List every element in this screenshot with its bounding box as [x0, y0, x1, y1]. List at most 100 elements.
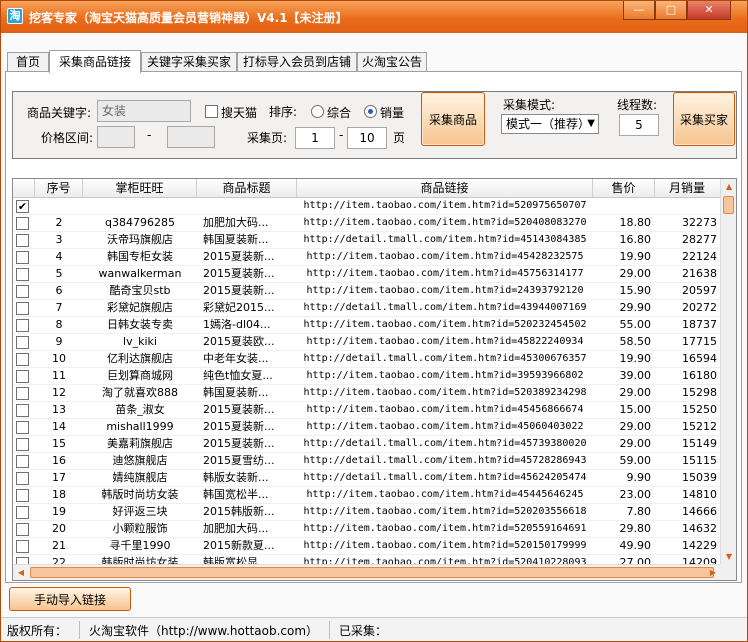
cell-title: 2015夏装新... — [203, 284, 275, 297]
scroll-arrow-icon[interactable]: ▼ — [721, 549, 736, 565]
table-row[interactable]: 12 淘了就喜欢888 韩国夏装新... http://item.taobao.com… — [13, 385, 721, 402]
row-checkbox[interactable] — [16, 404, 29, 417]
cell-title: 韩国夏装新... — [203, 386, 269, 399]
header-title[interactable]: 商品标题 — [197, 179, 297, 198]
cell-seller: 酷奇宝贝stb — [109, 284, 171, 297]
scroll-arrow-icon[interactable]: ▲ — [721, 179, 736, 195]
price-max-input[interactable] — [167, 126, 215, 148]
row-checkbox[interactable] — [16, 387, 29, 400]
page-from-input[interactable]: 1 — [295, 127, 335, 149]
tab-collect-goods[interactable]: 采集商品链接 — [49, 50, 141, 73]
tab-import-members[interactable]: 打标导入会员到店铺 — [237, 52, 357, 72]
row-checkbox[interactable] — [16, 217, 29, 230]
collect-mode-select[interactable]: 模式一（推荐） ▼ — [501, 114, 599, 134]
row-check-cell — [13, 402, 35, 419]
row-checkbox[interactable] — [16, 234, 29, 247]
row-checkbox[interactable]: ✔ — [16, 200, 29, 213]
tab-keyword-buyers[interactable]: 关键字采集买家 — [141, 52, 237, 72]
header-no[interactable]: 序号 — [35, 179, 83, 198]
search-tmall-checkbox[interactable] — [205, 105, 218, 118]
cell-sales: 15298 — [682, 386, 717, 399]
table-row[interactable]: 20 小颗粒服饰 加肥加大码... http://item.taobao.com/it… — [13, 521, 721, 538]
scroll-arrow-icon[interactable]: ▶ — [705, 565, 721, 580]
row-checkbox[interactable] — [16, 540, 29, 553]
row-checkbox[interactable] — [16, 319, 29, 332]
row-checkbox[interactable] — [16, 370, 29, 383]
table-row[interactable]: 7 彩黛妃旗舰店 彩黛妃2015... http://detail.tmall.com… — [13, 300, 721, 317]
row-checkbox[interactable] — [16, 421, 29, 434]
sort-composite-radio[interactable] — [311, 105, 324, 118]
row-checkbox[interactable] — [16, 302, 29, 315]
table-row[interactable]: 17 婧纯旗舰店 韩版女装新... http://detail.tmall.com/i… — [13, 470, 721, 487]
keyword-input[interactable]: 女装 — [97, 100, 191, 122]
table-row[interactable]: 5 wanwalkerman 2015夏装新... http://item.taoba… — [13, 266, 721, 283]
sort-sales-radio[interactable] — [364, 105, 377, 118]
table-row[interactable]: 16 迪悠旗舰店 2015夏雪纺... http://detail.tmall.com… — [13, 453, 721, 470]
row-checkbox[interactable] — [16, 438, 29, 451]
cell-no: 7 — [55, 301, 63, 314]
row-checkbox[interactable] — [16, 523, 29, 536]
table-row[interactable]: 2 q384796285 加肥加大码... http://item.taobao.co… — [13, 215, 721, 232]
table-row[interactable]: 14 mishall1999 2015夏装新... http://item.taoba… — [13, 419, 721, 436]
row-checkbox[interactable] — [16, 557, 29, 564]
header-seller[interactable]: 掌柜旺旺 — [83, 179, 197, 198]
header-link[interactable]: 商品链接 — [297, 179, 593, 198]
header-sales[interactable]: 月销量 — [655, 179, 721, 198]
horizontal-scrollbar[interactable]: ◀ ▶ — [13, 564, 722, 580]
scroll-arrow-icon[interactable]: ◀ — [13, 565, 29, 580]
tab-announcement[interactable]: 火淘宝公告 — [357, 52, 427, 72]
table-row[interactable]: 3 沃帝玛旗舰店 韩国夏装新... http://detail.tmall.com/i… — [13, 232, 721, 249]
goods-table[interactable]: 序号 掌柜旺旺 商品标题 商品链接 售价 月销量 ✔ http://item.ta… — [12, 178, 737, 581]
table-row[interactable]: 11 巨划算商城网 纯色t恤女夏... http://item.taobao.com/… — [13, 368, 721, 385]
cell-no: 5 — [55, 267, 63, 280]
vertical-scrollbar[interactable]: ▲ ▼ — [720, 179, 736, 565]
row-checkbox[interactable] — [16, 336, 29, 349]
table-row[interactable]: 22 韩版时尚坊女装 韩版宽松显... http://item.taobao.com/… — [13, 555, 721, 564]
row-checkbox[interactable] — [16, 506, 29, 519]
table-row[interactable]: ✔ http://item.taobao.com/item.htm?id=5209… — [13, 198, 721, 215]
maximize-button[interactable]: □ — [655, 1, 687, 20]
table-row[interactable]: 15 美嘉莉旗舰店 2015夏装新... http://detail.tmall.co… — [13, 436, 721, 453]
horizontal-scroll-thumb[interactable] — [30, 567, 714, 578]
table-row[interactable]: 18 韩版时尚坊女装 韩国宽松半... http://item.taobao.com/… — [13, 487, 721, 504]
cell-seller: 巨划算商城网 — [107, 369, 173, 382]
cell-link: http://item.taobao.com/item.htm?id=45060… — [306, 421, 584, 432]
header-check[interactable] — [13, 179, 35, 198]
title-bar[interactable]: 淘 挖客专家（淘宝天猫高质量会员营销神器）V4.1【未注册】 — □ ✕ — [1, 1, 747, 33]
price-min-input[interactable] — [97, 126, 135, 148]
table-row[interactable]: 19 好评返三块 2015韩版新... http://item.taobao.com/… — [13, 504, 721, 521]
table-row[interactable]: 6 酷奇宝贝stb 2015夏装新... http://item.taobao.com… — [13, 283, 721, 300]
row-check-cell — [13, 385, 35, 402]
table-row[interactable]: 10 亿利达旗舰店 中老年女装... http://detail.tmall.com/… — [13, 351, 721, 368]
row-checkbox[interactable] — [16, 285, 29, 298]
row-checkbox[interactable] — [16, 353, 29, 366]
table-row[interactable]: 21 寻千里1990 2015新款夏... http://item.taobao.co… — [13, 538, 721, 555]
minimize-button[interactable]: — — [623, 1, 655, 20]
cell-seller — [83, 198, 197, 215]
row-checkbox[interactable] — [16, 268, 29, 281]
row-checkbox[interactable] — [16, 455, 29, 468]
collect-buyers-button[interactable]: 采集买家 — [673, 92, 735, 146]
collect-goods-button[interactable]: 采集商品 — [421, 92, 485, 146]
table-row[interactable]: 13 苗条_淑女 2015夏装新... http://item.taobao.com/… — [13, 402, 721, 419]
page-to-input[interactable]: 10 — [347, 127, 387, 149]
manual-import-button[interactable]: 手动导入链接 — [9, 587, 131, 611]
row-check-cell — [13, 368, 35, 385]
header-price[interactable]: 售价 — [593, 179, 655, 198]
row-checkbox[interactable] — [16, 251, 29, 264]
row-checkbox[interactable] — [16, 472, 29, 485]
vertical-scroll-thumb[interactable] — [723, 196, 734, 214]
close-button[interactable]: ✕ — [687, 1, 731, 20]
status-company[interactable]: 火淘宝软件（http://www.hottaob.com） — [89, 622, 318, 639]
tab-home[interactable]: 首页 — [7, 52, 49, 72]
cell-title: 2015夏装新... — [203, 403, 275, 416]
cell-title: 纯色t恤女夏... — [203, 369, 273, 382]
table-row[interactable]: 8 日韩女装专卖 1嫣洛-dl04... http://item.taobao.com… — [13, 317, 721, 334]
cell-no: 3 — [55, 233, 63, 246]
row-checkbox[interactable] — [16, 489, 29, 502]
table-row[interactable]: 4 韩国专柜女装 2015夏装新... http://item.taobao.com/… — [13, 249, 721, 266]
page-unit-label: 页 — [393, 131, 406, 145]
threads-input[interactable]: 5 — [619, 114, 659, 136]
cell-title: 加肥加大码... — [203, 522, 269, 535]
table-row[interactable]: 9 lv_kiki 2015夏装欧... http://item.taobao.com… — [13, 334, 721, 351]
